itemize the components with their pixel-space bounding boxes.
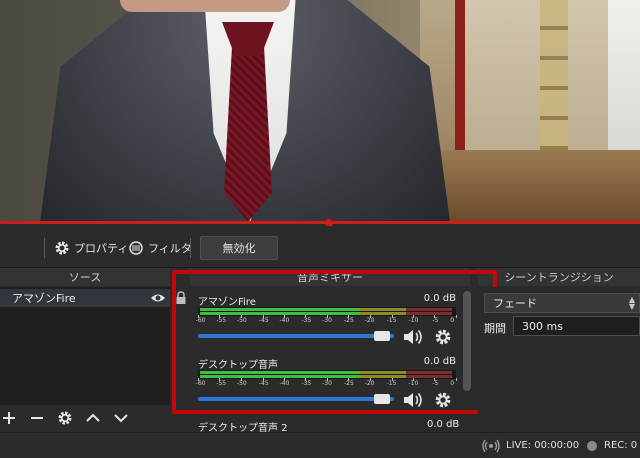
gear-icon bbox=[58, 411, 72, 425]
program-preview bbox=[0, 0, 640, 222]
toolbar-separator bbox=[190, 238, 191, 258]
disable-button[interactable]: 無効化 bbox=[200, 236, 278, 260]
sources-list[interactable]: アマゾンFire bbox=[0, 287, 170, 405]
preview-bamboo bbox=[540, 0, 568, 150]
properties-button[interactable]: プロパティ bbox=[54, 238, 128, 258]
broadcast-icon bbox=[482, 439, 500, 453]
plus-icon bbox=[3, 412, 15, 424]
duration-input[interactable]: 300 ms bbox=[513, 316, 640, 336]
status-bar: LIVE: 00:00:00 REC: 0 bbox=[0, 432, 640, 458]
add-source-button[interactable] bbox=[0, 409, 18, 427]
chevron-down-icon bbox=[114, 414, 128, 423]
transition-select[interactable]: フェード ▲ ▼ bbox=[484, 293, 640, 313]
source-name: アマゾンFire bbox=[12, 292, 76, 305]
filters-button[interactable]: フィルタ bbox=[128, 238, 192, 258]
preview-window bbox=[608, 0, 640, 150]
remove-source-button[interactable] bbox=[28, 409, 46, 427]
select-arrows-icon: ▲ ▼ bbox=[628, 295, 635, 311]
sources-dock-title: ソース bbox=[0, 268, 170, 286]
transition-selected: フェード bbox=[493, 297, 537, 310]
gear-icon bbox=[55, 241, 69, 255]
preview-selection-line bbox=[0, 221, 640, 224]
properties-label: プロパティ bbox=[74, 242, 129, 255]
highlight-box bbox=[172, 270, 497, 414]
record-icon bbox=[587, 441, 597, 451]
move-down-button[interactable] bbox=[112, 409, 130, 427]
rec-status: REC: 0 bbox=[604, 440, 638, 451]
filter-icon bbox=[129, 241, 143, 255]
toolbar-separator bbox=[44, 238, 45, 258]
duration-value: 300 ms bbox=[522, 319, 563, 333]
sources-controls bbox=[0, 406, 170, 430]
move-up-button[interactable] bbox=[84, 409, 102, 427]
eye-icon[interactable] bbox=[150, 291, 166, 305]
preview-shelf bbox=[420, 150, 640, 222]
channel-db: 0.0 dB bbox=[427, 419, 460, 430]
chevron-up-icon bbox=[86, 413, 100, 422]
duration-label: 期間 bbox=[484, 322, 506, 335]
transitions-dock-title: シーントランジション bbox=[478, 268, 640, 286]
preview-chin bbox=[120, 0, 290, 12]
filters-label: フィルタ bbox=[148, 242, 192, 255]
source-toolbar: プロパティ フィルタ 無効化 bbox=[0, 226, 640, 268]
minus-icon bbox=[31, 417, 43, 419]
source-item[interactable]: アマゾンFire bbox=[0, 289, 170, 307]
live-status: LIVE: 00:00:00 bbox=[506, 440, 580, 451]
source-settings-button[interactable] bbox=[56, 409, 74, 427]
